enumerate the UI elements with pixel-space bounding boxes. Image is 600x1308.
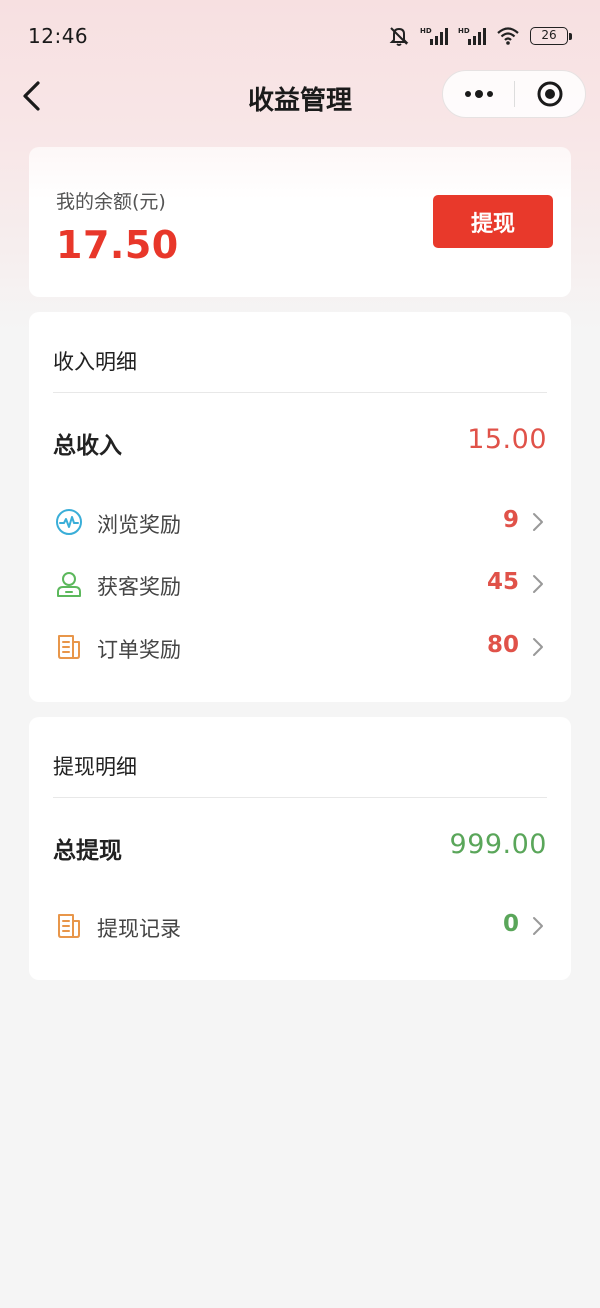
target-circle-icon [537,81,563,107]
signal-icon: HD [458,27,486,45]
more-button[interactable] [443,70,514,118]
withdraw-record-item[interactable]: 提现记录 0 [53,906,547,946]
income-item-label: 获客奖励 [97,575,181,599]
navigation-bar: 收益管理 [0,70,600,122]
status-bar: 12:46 HD HD 26 [0,0,600,72]
divider [53,392,547,393]
section-title: 提现明细 [53,755,137,779]
balance-label: 我的余额(元) [56,191,166,213]
chevron-right-icon [533,917,543,935]
more-dots-icon [464,90,493,98]
close-mini-program-button[interactable] [515,70,585,118]
document-icon [58,914,80,938]
wifi-icon [497,27,519,45]
income-item-value: 80 [486,632,519,658]
withdraw-record-value: 0 [502,911,519,937]
balance-amount: 17.50 [56,223,179,267]
section-title: 收入明细 [53,350,137,374]
user-icon [57,572,81,597]
battery-level: 26 [530,27,568,45]
svg-text:HD: HD [420,27,432,35]
income-item-label: 订单奖励 [97,638,181,662]
pulse-icon [56,509,82,535]
chevron-right-icon [533,575,543,593]
status-time: 12:46 [28,24,89,48]
signal-icon: HD [420,27,448,45]
document-icon [58,635,80,659]
withdraw-detail-card: 提现明细 总提现 999.00 提现记录 0 [29,717,571,980]
income-item-value: 45 [486,569,519,595]
total-income-label: 总收入 [53,433,122,459]
total-withdraw-value: 999.00 [449,829,547,860]
withdraw-button[interactable]: 提现 [433,195,553,248]
total-withdraw-label: 总提现 [53,838,122,864]
chevron-right-icon [533,638,543,656]
income-item-customer[interactable]: 获客奖励 45 [53,564,547,604]
total-income-row: 总收入 15.00 [53,422,547,462]
income-item-order[interactable]: 订单奖励 80 [53,627,547,667]
status-icons: HD HD 26 [388,25,572,47]
balance-card: 我的余额(元) 17.50 提现 [29,147,571,297]
chevron-right-icon [533,513,543,531]
income-detail-card: 收入明细 总收入 15.00 浏览奖励 9 获客奖励 45 订单奖励 80 [29,312,571,702]
svg-text:HD: HD [458,27,470,35]
income-item-browse[interactable]: 浏览奖励 9 [53,502,547,542]
battery-icon: 26 [530,27,572,45]
total-income-value: 15.00 [467,424,547,455]
mute-icon [389,27,409,46]
total-withdraw-row: 总提现 999.00 [53,827,547,867]
withdraw-record-label: 提现记录 [97,917,181,941]
income-item-label: 浏览奖励 [97,513,181,537]
income-item-value: 9 [502,507,519,533]
mini-program-capsule [442,70,586,118]
divider [53,797,547,798]
